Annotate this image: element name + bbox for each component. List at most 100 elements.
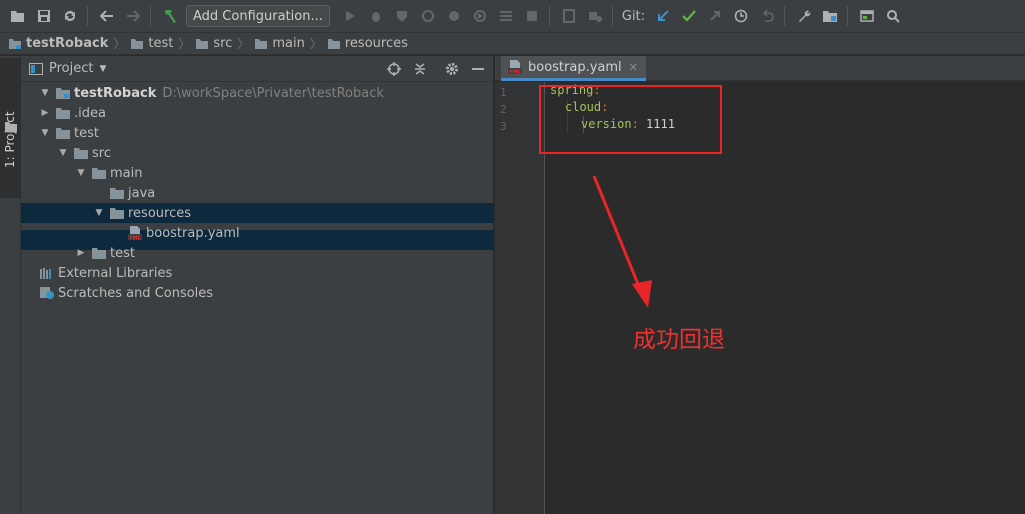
git-push-icon[interactable] — [703, 4, 727, 28]
chevron-down-icon[interactable]: ▼ — [99, 64, 106, 74]
project-panel-tools — [379, 59, 489, 79]
chevron-down-icon[interactable]: ▼ — [57, 148, 69, 158]
breadcrumb-item-resources[interactable]: resources — [327, 36, 408, 51]
tree-item-testroback[interactable]: ▼ testRoback D:\workSpace\Privater\testR… — [21, 83, 494, 103]
tree-item-scratches[interactable]: Scratches and Consoles — [21, 283, 494, 303]
folder-icon — [131, 38, 144, 49]
breadcrumb-item-main[interactable]: main — [254, 36, 305, 51]
folder-icon — [109, 185, 125, 201]
tree-item-main[interactable]: ▼ main — [21, 163, 494, 183]
tree-item-idea[interactable]: ▶ .idea — [21, 103, 494, 123]
run-list-icon[interactable] — [494, 4, 518, 28]
tree-item-label: test — [74, 125, 99, 141]
rollback-icon[interactable] — [755, 4, 779, 28]
annotation-arrow — [592, 175, 652, 308]
build-hammer-icon[interactable] — [158, 4, 182, 28]
tree-item-external-libraries[interactable]: External Libraries — [21, 263, 494, 283]
sync-icon[interactable] — [58, 4, 82, 28]
tree-item-label: java — [128, 185, 156, 201]
git-commit-icon[interactable] — [677, 4, 701, 28]
breadcrumb: testRoback 〉 test 〉 src 〉 main 〉 resourc… — [0, 33, 1025, 55]
gear-icon[interactable] — [441, 59, 463, 79]
settings-wrench-icon[interactable] — [792, 4, 816, 28]
git-update-icon[interactable] — [651, 4, 675, 28]
tree-item-src[interactable]: ▼ src — [21, 143, 494, 163]
breadcrumb-label: test — [148, 36, 174, 51]
profile-icon[interactable] — [416, 4, 440, 28]
stop-icon[interactable] — [520, 4, 544, 28]
breadcrumb-label: src — [213, 36, 233, 51]
folder-icon — [109, 205, 125, 221]
project-panel-title[interactable]: Project — [49, 61, 93, 76]
toolbar-separator — [150, 6, 151, 26]
folder-icon — [55, 125, 71, 141]
tree-item-java[interactable]: java — [21, 183, 494, 203]
coverage-icon[interactable] — [390, 4, 414, 28]
chevron-down-icon[interactable]: ▼ — [75, 168, 87, 178]
terminal-window-icon[interactable] — [855, 4, 879, 28]
folder-icon — [196, 38, 209, 49]
tree-item-label: .idea — [74, 105, 106, 121]
toolbar-separator — [784, 6, 786, 26]
breadcrumb-label: testRoback — [26, 36, 109, 51]
editor-tab-boostrap-yaml[interactable]: YML boostrap.yaml ✕ — [501, 56, 646, 81]
debug-icon[interactable] — [364, 4, 388, 28]
tree-item-resources[interactable]: ▼ resources — [21, 203, 494, 223]
line-number-gutter: 1 2 3 — [495, 82, 545, 514]
breadcrumb-item-src[interactable]: src — [195, 36, 232, 51]
tree-item-label: testRoback — [74, 85, 157, 101]
save-all-icon[interactable] — [32, 4, 56, 28]
back-arrow-icon[interactable] — [95, 4, 119, 28]
tree-item-label: Scratches and Consoles — [58, 285, 214, 301]
breadcrumb-item-test[interactable]: test — [130, 36, 173, 51]
tree-item-label: src — [92, 145, 111, 161]
history-clock-icon[interactable] — [729, 4, 753, 28]
tree-item-test-sub[interactable]: ▶ test — [21, 243, 494, 263]
concurrency-icon[interactable] — [442, 4, 466, 28]
project-tool-tab-label: 1: Project — [3, 111, 17, 168]
breadcrumb-label: main — [272, 36, 305, 51]
folder-icon — [327, 38, 340, 49]
highlight-box — [539, 85, 722, 154]
tree-item-boostrap-yaml[interactable]: YML boostrap.yaml — [21, 223, 494, 243]
project-structure-icon[interactable] — [818, 4, 842, 28]
chevron-right-icon[interactable]: ▶ — [39, 108, 51, 118]
sdk-manager-icon[interactable] — [583, 4, 607, 28]
breadcrumb-separator: 〉 — [309, 37, 322, 51]
device-icon[interactable] — [557, 4, 581, 28]
project-tool-tab[interactable]: 1: Project — [0, 58, 21, 198]
breadcrumb-item-testroback[interactable]: testRoback — [8, 36, 108, 51]
run-icon[interactable] — [338, 4, 362, 28]
run-configuration-dropdown[interactable]: Add Configuration... — [186, 5, 330, 27]
project-panel-header: Project ▼ — [21, 56, 493, 82]
tree-item-label: External Libraries — [58, 265, 173, 281]
breadcrumb-label: resources — [344, 36, 408, 51]
toolbar-separator — [847, 6, 849, 26]
attach-debugger-icon[interactable] — [468, 4, 492, 28]
hide-panel-icon[interactable] — [467, 59, 489, 79]
breadcrumb-separator: 〉 — [178, 37, 191, 51]
svg-text:YML: YML — [128, 236, 142, 242]
chevron-down-icon[interactable]: ▼ — [39, 88, 51, 98]
folder-icon — [55, 105, 71, 121]
editor-tab-label: boostrap.yaml — [528, 59, 622, 75]
locate-target-icon[interactable] — [383, 59, 405, 79]
line-number: 2 — [500, 103, 507, 116]
git-label: Git: — [621, 8, 646, 24]
libraries-icon — [39, 265, 55, 281]
close-icon[interactable]: ✕ — [629, 61, 638, 74]
tree-item-label: test — [110, 245, 135, 261]
line-number: 3 — [500, 120, 507, 133]
toolbar-separator — [87, 6, 88, 26]
collapse-all-icon[interactable] — [409, 59, 431, 79]
project-panel: Project ▼ ▼ testRoback D:\workSpace\Priv… — [21, 56, 494, 514]
open-folder-icon[interactable] — [6, 4, 30, 28]
svg-text:YML: YML — [508, 70, 522, 76]
project-view-icon — [29, 62, 43, 75]
tree-item-test[interactable]: ▼ test — [21, 123, 494, 143]
search-icon[interactable] — [881, 4, 905, 28]
chevron-down-icon[interactable]: ▼ — [39, 128, 51, 138]
forward-arrow-icon[interactable] — [121, 4, 145, 28]
chevron-right-icon[interactable]: ▶ — [75, 248, 87, 258]
chevron-down-icon[interactable]: ▼ — [93, 208, 105, 218]
